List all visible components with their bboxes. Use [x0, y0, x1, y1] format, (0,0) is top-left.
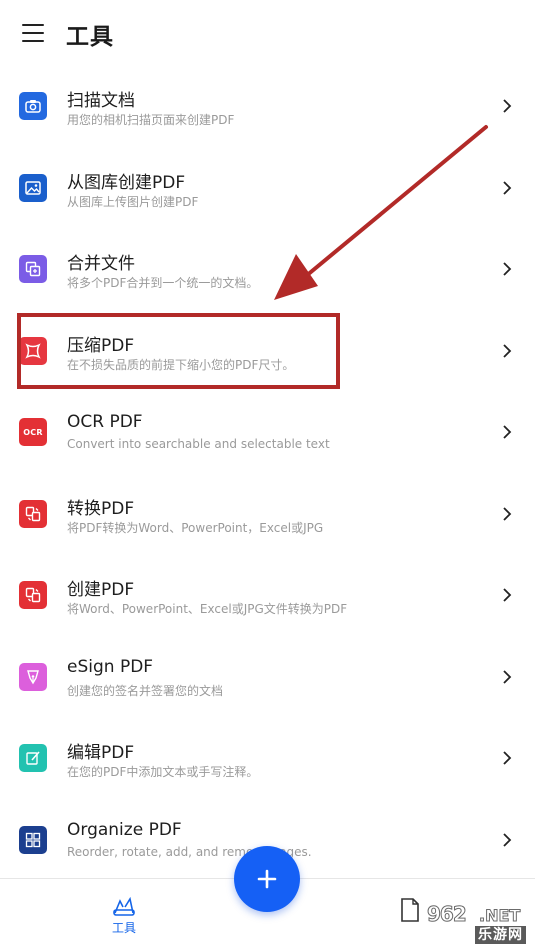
ocr-icon: OCR — [19, 418, 47, 446]
chevron-right-icon — [500, 669, 514, 684]
tool-title: 从图库创建PDF — [67, 172, 186, 193]
tool-item-merge-files[interactable]: 合并文件 将多个PDF合并到一个统一的文档。 — [0, 229, 535, 311]
tool-item-edit-pdf[interactable]: 编辑PDF 在您的PDF中添加文本或手写注释。 — [0, 718, 535, 800]
site-watermark: 962 .NET 乐游网 — [405, 902, 530, 946]
tool-description: 在不损失品质的前提下缩小您的PDF尺寸。 — [67, 357, 295, 372]
tool-description: 在您的PDF中添加文本或手写注释。 — [67, 765, 259, 779]
tool-description: 将多个PDF合并到一个统一的文档。 — [67, 276, 259, 290]
chevron-right-icon — [500, 343, 514, 358]
chevron-right-icon — [500, 832, 514, 847]
tool-description: 将PDF转换为Word、PowerPoint，Excel或JPG — [67, 520, 324, 535]
tool-title: 扫描文档 — [67, 91, 135, 111]
organize-grid-icon — [19, 825, 47, 854]
convert-icon — [19, 499, 47, 528]
tool-description: Convert into searchable and selectable t… — [67, 437, 330, 451]
tool-item-create-from-gallery[interactable]: 从图库创建PDF 从图库上传图片创建PDF — [0, 148, 535, 230]
tool-list: 扫描文档 用您的相机扫描页面来创建PDF 从图库创建PDF 从图库上传图片创建P… — [0, 66, 535, 881]
tool-title: 转换PDF — [67, 498, 135, 519]
tool-title: Organize PDF — [67, 819, 182, 840]
tool-item-esign-pdf[interactable]: eSign PDF 创建您的签名并签署您的文档 — [0, 637, 535, 719]
tool-title: 合并文件 — [67, 254, 135, 274]
pen-sign-icon — [19, 662, 47, 691]
chevron-right-icon — [500, 262, 514, 276]
tool-title: 编辑PDF — [67, 743, 135, 763]
tool-item-convert-pdf[interactable]: 转换PDF 将PDF转换为Word、PowerPoint，Excel或JPG — [0, 474, 535, 556]
watermark-name: 乐游网 — [475, 926, 526, 944]
tool-description: 从图库上传图片创建PDF — [67, 194, 199, 209]
tab-tools[interactable]: 工具 — [104, 895, 144, 936]
tool-item-compress-pdf[interactable]: 压缩PDF 在不损失品质的前提下缩小您的PDF尺寸。 — [0, 311, 535, 393]
add-fab-button[interactable] — [234, 846, 300, 912]
chevron-right-icon — [500, 425, 514, 439]
tool-item-create-pdf[interactable]: 创建PDF 将Word、PowerPoint、Excel或JPG文件转换为PDF — [0, 555, 535, 637]
tool-description: 用您的相机扫描页面来创建PDF — [67, 113, 235, 127]
page-title: 工具 — [66, 24, 114, 50]
hamburger-menu-icon[interactable] — [22, 24, 44, 42]
tool-description: 将Word、PowerPoint、Excel或JPG文件转换为PDF — [67, 602, 348, 616]
merge-files-icon — [19, 255, 47, 283]
chevron-right-icon — [500, 506, 514, 521]
camera-scan-icon — [19, 92, 47, 120]
plus-icon — [257, 869, 277, 889]
create-pdf-icon — [19, 581, 47, 609]
tool-title: OCR PDF — [67, 412, 143, 432]
chevron-right-icon — [500, 99, 514, 113]
tool-item-ocr-pdf[interactable]: OCR OCR PDF Convert into searchable and … — [0, 392, 535, 474]
chevron-right-icon — [500, 751, 514, 765]
edit-icon — [19, 744, 47, 772]
tool-title: eSign PDF — [67, 656, 154, 677]
tab-tools-label: 工具 — [111, 921, 136, 935]
compress-icon — [19, 336, 47, 365]
watermark-suffix: .NET — [478, 906, 521, 926]
ocr-icon-label: OCR — [23, 427, 43, 437]
gallery-image-icon — [19, 173, 47, 202]
tool-title: 创建PDF — [67, 580, 135, 600]
chevron-right-icon — [500, 588, 514, 602]
tool-title: 压缩PDF — [67, 335, 135, 356]
app-header: 工具 — [0, 0, 535, 66]
tool-item-scan-document[interactable]: 扫描文档 用您的相机扫描页面来创建PDF — [0, 66, 535, 148]
watermark-digits: 962 — [427, 902, 468, 927]
chevron-right-icon — [500, 180, 514, 195]
tool-description: 创建您的签名并签署您的文档 — [67, 683, 224, 698]
tools-icon — [113, 896, 135, 916]
